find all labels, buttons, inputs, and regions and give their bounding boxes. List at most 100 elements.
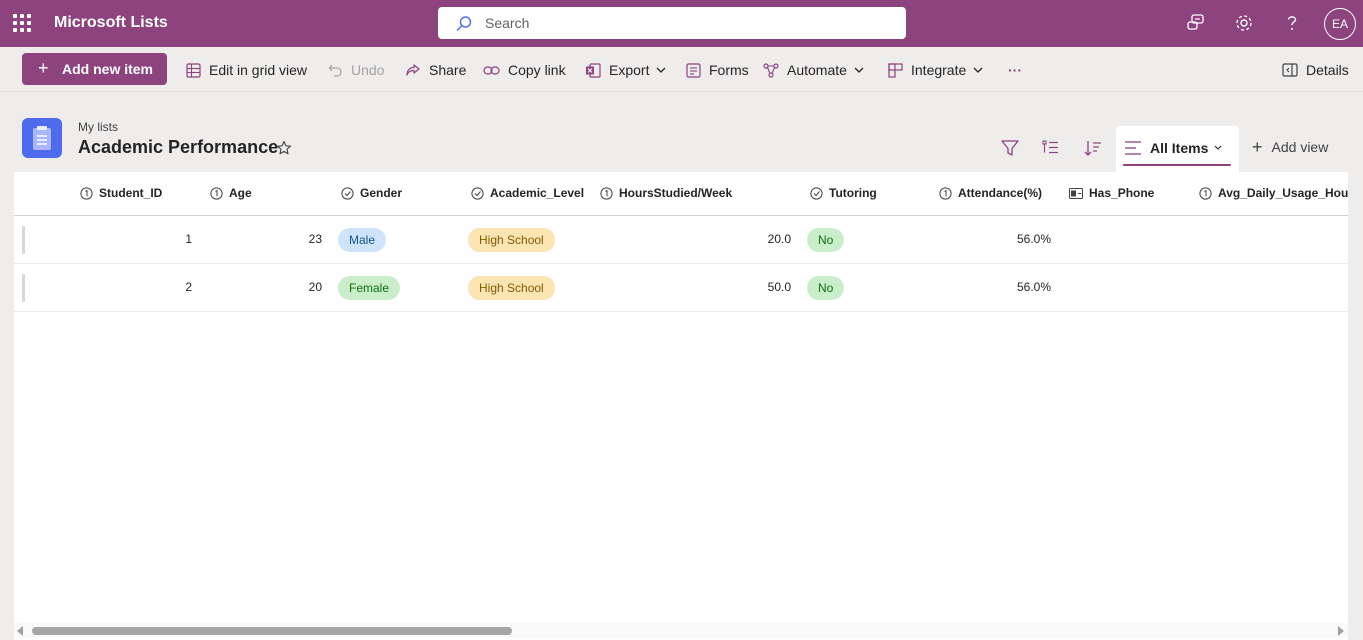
list-app-icon [22, 118, 62, 158]
add-new-item-button[interactable]: + Add new item [22, 53, 167, 85]
app-launcher-icon[interactable] [13, 14, 31, 32]
copy-link-button[interactable]: Copy link [483, 60, 566, 80]
column-header-label: Avg_Daily_Usage_Hours [1218, 186, 1348, 200]
cell-academic-level-pill: High School [468, 228, 555, 252]
row-select-handle[interactable] [22, 226, 25, 254]
copy-link-label: Copy link [508, 62, 566, 78]
share-label: Share [429, 62, 467, 78]
tab-selected-indicator [1123, 164, 1231, 166]
column-header-label: Age [229, 186, 252, 200]
column-header-tutoring[interactable]: Tutoring [810, 186, 877, 200]
search-box[interactable] [438, 7, 906, 39]
horizontal-scrollbar[interactable] [14, 623, 1348, 638]
details-button[interactable]: Details [1282, 60, 1349, 80]
chevron-down-icon [854, 67, 864, 73]
cell-student-id: 1 [185, 232, 192, 246]
automate-icon [763, 62, 779, 78]
cell-age: 20 [308, 280, 322, 294]
column-header-gender[interactable]: Gender [341, 186, 402, 200]
tab-all-items[interactable]: All Items [1116, 126, 1239, 172]
column-header-label: Attendance(%) [958, 186, 1043, 200]
column-header-attendance[interactable]: Attendance(%) [939, 186, 1042, 200]
forms-button[interactable]: Forms [686, 60, 749, 80]
table-row[interactable]: 1 23 Male High School 20.0 No 56.0% [14, 216, 1348, 264]
share-icon [406, 63, 420, 76]
undo-button[interactable]: Undo [328, 60, 384, 80]
sort-icon[interactable] [1083, 138, 1103, 158]
column-header-label: HoursStudied/Week [619, 186, 733, 200]
breadcrumb[interactable]: My lists [78, 120, 118, 134]
favorite-star-icon[interactable] [276, 140, 292, 161]
filter-icon[interactable] [1000, 138, 1020, 158]
integrate-button[interactable]: Integrate [888, 60, 991, 80]
cell-tutoring-pill: No [807, 276, 845, 300]
scrollbar-thumb[interactable] [32, 627, 512, 635]
user-avatar[interactable]: EA [1324, 8, 1356, 40]
table-row[interactable]: 2 20 Female High School 50.0 No 56.0% [14, 264, 1348, 312]
cell-attendance: 56.0% [1016, 232, 1051, 246]
share-button[interactable]: Share [405, 60, 466, 80]
export-button[interactable]: Export [585, 60, 674, 80]
search-input[interactable] [485, 13, 885, 33]
number-icon [939, 186, 952, 200]
help-icon[interactable] [1281, 12, 1303, 34]
number-icon [1199, 186, 1212, 200]
choice-icon [810, 186, 823, 200]
automate-label: Automate [787, 62, 847, 78]
cell-gender-pill: Male [338, 228, 387, 252]
column-header-age[interactable]: Age [210, 186, 252, 200]
cell-hours-studied: 50.0 [767, 280, 791, 294]
link-icon [483, 65, 500, 75]
undo-icon [328, 64, 342, 77]
excel-icon [586, 62, 601, 78]
column-header-label: Student_ID [99, 186, 163, 200]
grid-icon [186, 62, 201, 78]
column-header-has-phone[interactable]: Has_Phone [1069, 186, 1154, 200]
column-header-label: Academic_Level [490, 186, 585, 200]
scroll-right-arrow-icon[interactable] [1338, 626, 1344, 636]
list-grid: Student_ID Age Gender Academic_Level Hou… [14, 172, 1348, 640]
group-by-icon[interactable] [1041, 138, 1061, 158]
add-new-item-label: Add new item [62, 61, 154, 77]
yes-no-icon [1069, 187, 1083, 199]
choice-icon [471, 186, 484, 200]
column-header-hours-studied[interactable]: HoursStudied/Week [600, 186, 732, 200]
column-header-avg-daily-usage[interactable]: Avg_Daily_Usage_Hours [1199, 186, 1348, 200]
chevron-down-icon [1214, 145, 1222, 150]
page-title: Academic Performance [78, 137, 279, 157]
add-view-label: Add view [1271, 139, 1329, 155]
app-title[interactable]: Microsoft Lists [54, 14, 168, 32]
plus-icon: + [1252, 137, 1263, 157]
details-label: Details [1306, 62, 1349, 78]
edit-grid-view-button[interactable]: Edit in grid view [186, 60, 307, 80]
scroll-left-arrow-icon[interactable] [17, 626, 23, 636]
view-list-icon [1125, 141, 1141, 155]
column-header-label: Has_Phone [1089, 186, 1155, 200]
forms-icon [686, 62, 701, 78]
automate-button[interactable]: Automate [763, 60, 872, 80]
details-pane-icon [1282, 63, 1298, 77]
edit-grid-view-label: Edit in grid view [209, 62, 308, 78]
feedback-icon[interactable] [1185, 12, 1207, 34]
cell-academic-level-pill: High School [468, 276, 555, 300]
integrate-icon [888, 62, 903, 78]
top-bar: Microsoft Lists EA [0, 0, 1363, 47]
add-view-button[interactable]: + Add view [1252, 137, 1329, 157]
settings-gear-icon[interactable] [1233, 12, 1255, 34]
number-icon [600, 186, 613, 200]
plus-icon: + [38, 58, 49, 78]
more-options-button[interactable]: ··· [1008, 60, 1022, 80]
chevron-down-icon [657, 67, 666, 73]
export-label: Export [609, 62, 650, 78]
column-header-label: Tutoring [829, 186, 877, 200]
forms-label: Forms [709, 62, 749, 78]
column-header-row: Student_ID Age Gender Academic_Level Hou… [14, 172, 1348, 216]
column-header-academic-level[interactable]: Academic_Level [471, 186, 584, 200]
tab-all-items-label: All Items [1150, 140, 1209, 156]
number-icon [210, 186, 223, 200]
number-icon [80, 186, 93, 200]
cell-gender-pill: Female [338, 276, 401, 300]
column-header-student-id[interactable]: Student_ID [80, 186, 162, 200]
row-select-handle[interactable] [22, 274, 25, 302]
cell-age: 23 [308, 232, 322, 246]
